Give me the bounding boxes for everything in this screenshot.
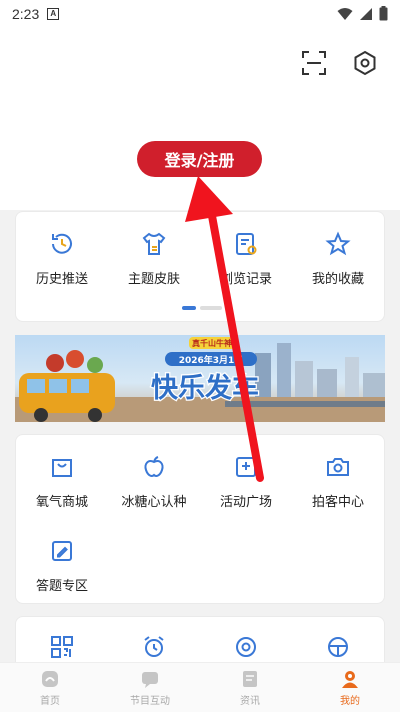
signal-icon bbox=[360, 7, 372, 20]
tab-label: 首页 bbox=[40, 695, 60, 707]
services-card: 氧气商城 冰糖心认种 活动广场 拍客中心 答题专区 bbox=[15, 434, 385, 604]
wifi-icon bbox=[337, 7, 353, 20]
camera-icon bbox=[324, 453, 352, 481]
tab-interact[interactable]: 节目互动 bbox=[100, 663, 200, 712]
service-item-label: 冰糖心认种 bbox=[121, 495, 187, 510]
menu-item-label: 浏览记录 bbox=[219, 272, 272, 287]
menu-item-favorites[interactable]: 我的收藏 bbox=[292, 230, 384, 287]
tab-label: 节目互动 bbox=[130, 695, 170, 707]
service-item-camera[interactable]: 拍客中心 bbox=[292, 453, 384, 510]
page-dot-active bbox=[182, 306, 196, 310]
service-item-label: 答题专区 bbox=[35, 579, 88, 594]
tool-item-refresh[interactable] bbox=[200, 633, 292, 661]
service-item-mall[interactable]: 氧气商城 bbox=[16, 453, 108, 510]
banner-badge: 真千山牛神 bbox=[192, 338, 232, 348]
star-icon bbox=[324, 230, 352, 258]
browse-record-icon bbox=[232, 230, 260, 258]
banner-illustration: 真千山牛神 2026年3月1日 快乐发车 bbox=[15, 337, 385, 422]
activity-icon bbox=[232, 453, 260, 481]
skin-icon bbox=[140, 230, 168, 258]
menu-item-label: 我的收藏 bbox=[311, 272, 364, 287]
interact-icon bbox=[142, 671, 158, 688]
menu-item-browse-record[interactable]: 浏览记录 bbox=[200, 230, 292, 287]
scan-icon[interactable] bbox=[299, 48, 329, 78]
home-icon bbox=[42, 670, 58, 687]
tab-news[interactable]: 资讯 bbox=[200, 663, 300, 712]
service-item-quiz[interactable]: 答题专区 bbox=[16, 537, 108, 594]
menu-item-label: 历史推送 bbox=[35, 272, 88, 287]
history-icon bbox=[48, 230, 76, 258]
service-item-activity[interactable]: 活动广场 bbox=[200, 453, 292, 510]
service-item-label: 氧气商城 bbox=[35, 495, 88, 510]
tab-label: 我的 bbox=[340, 695, 360, 707]
page-dot bbox=[200, 306, 222, 310]
mall-icon bbox=[48, 453, 76, 481]
service-item-label: 拍客中心 bbox=[311, 495, 364, 510]
notification-app-icon: A bbox=[47, 8, 60, 20]
tab-label: 资讯 bbox=[240, 695, 260, 707]
status-time: 2:23 bbox=[12, 6, 40, 22]
status-bar: 2:23 A bbox=[0, 0, 400, 28]
login-register-button[interactable]: 登录/注册 bbox=[137, 141, 262, 177]
steering-wheel-icon bbox=[324, 633, 352, 661]
tab-home[interactable]: 首页 bbox=[0, 663, 100, 712]
alarm-icon bbox=[140, 633, 168, 661]
tool-item-alarm[interactable] bbox=[108, 633, 200, 661]
menu-item-label: 主题皮肤 bbox=[127, 272, 180, 287]
bottom-tab-bar: 首页 节目互动 资讯 我的 bbox=[0, 662, 400, 712]
qrcode-icon bbox=[48, 633, 76, 661]
news-icon bbox=[243, 670, 257, 687]
page-indicator bbox=[182, 306, 222, 310]
tool-item-steering[interactable] bbox=[292, 633, 384, 661]
refresh-target-icon bbox=[232, 633, 260, 661]
banner-date: 2026年3月1日 bbox=[179, 354, 244, 366]
quick-menu-card: 历史推送 主题皮肤 浏览记录 我的收藏 bbox=[15, 211, 385, 322]
tool-item-qrcode[interactable] bbox=[16, 633, 108, 661]
menu-item-history[interactable]: 历史推送 bbox=[16, 230, 108, 287]
apple-icon bbox=[140, 453, 168, 481]
battery-icon bbox=[379, 6, 388, 21]
settings-icon[interactable] bbox=[350, 48, 380, 78]
profile-header bbox=[0, 28, 400, 210]
service-item-label: 活动广场 bbox=[219, 495, 272, 510]
menu-item-skin[interactable]: 主题皮肤 bbox=[108, 230, 200, 287]
tab-profile[interactable]: 我的 bbox=[300, 663, 400, 712]
quiz-icon bbox=[48, 537, 76, 565]
service-item-apple[interactable]: 冰糖心认种 bbox=[108, 453, 200, 510]
profile-icon bbox=[342, 670, 358, 688]
status-indicators bbox=[337, 6, 388, 21]
banner-headline: 快乐发车 bbox=[151, 372, 259, 404]
promo-banner[interactable]: 真千山牛神 2026年3月1日 快乐发车 bbox=[15, 335, 385, 422]
